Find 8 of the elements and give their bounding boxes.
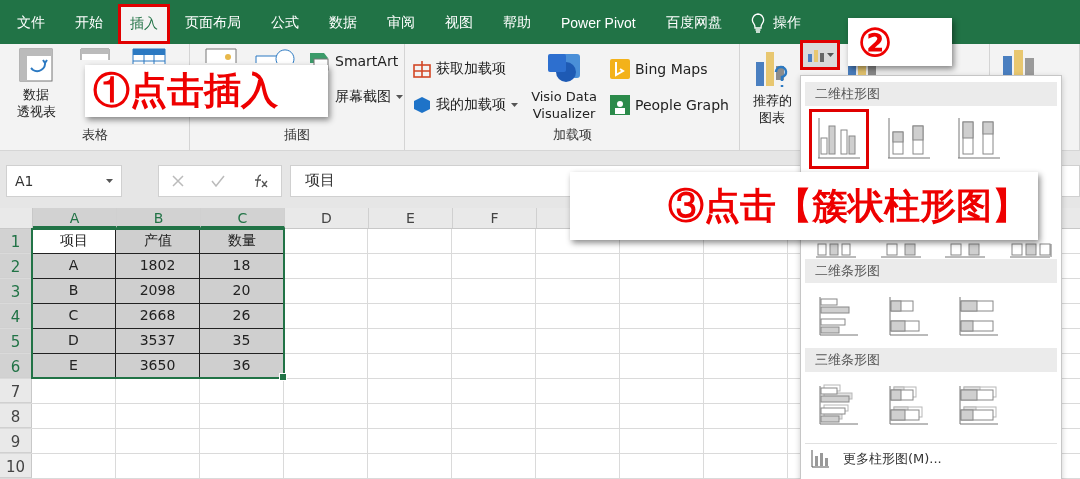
callout-label: ③点击【簇状柱形图】: [570, 172, 1038, 240]
group-label: 表格: [80, 126, 109, 144]
group-label: 插图: [283, 126, 311, 144]
section-header: 三维条形图: [805, 348, 1057, 372]
group-label: 加载项: [551, 126, 593, 144]
callout-label: ②: [848, 18, 952, 66]
section-header: 二维柱形图: [805, 82, 1057, 106]
section-header: 二维条形图: [805, 259, 1057, 283]
